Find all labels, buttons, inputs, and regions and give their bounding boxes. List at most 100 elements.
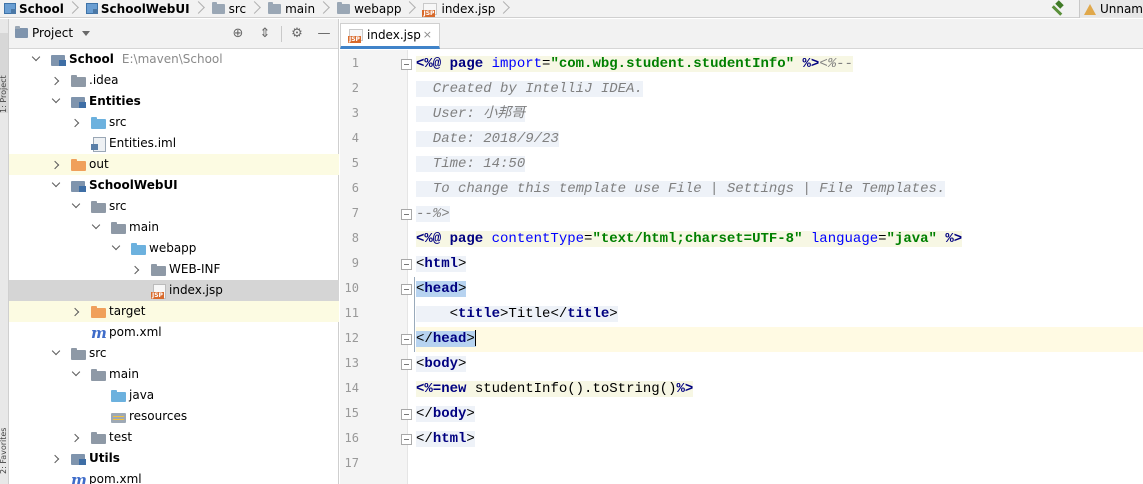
tree-item[interactable]: School E:\maven\School [9,49,339,70]
code-line[interactable]: User: 小邦哥 [416,102,526,127]
chevron-down-icon[interactable] [33,54,41,62]
code-token: "java" [886,231,937,247]
tree-item[interactable]: main [9,364,339,385]
chevron-right-icon[interactable] [73,119,81,127]
code-line[interactable]: Created by IntelliJ IDEA. [416,77,643,102]
code-token: html [424,256,459,272]
fold-toggle-icon[interactable] [401,259,412,270]
chevron-right-icon[interactable] [133,266,141,274]
chevron-right-icon[interactable] [53,455,61,463]
code-line[interactable]: <html> [416,252,467,277]
hammer-icon[interactable] [1047,0,1067,18]
globe-icon[interactable]: ⊕ [231,27,245,41]
code-line[interactable]: To change this template use File | Setti… [416,177,946,202]
close-icon[interactable]: × [423,28,432,41]
tree-item[interactable]: Entities [9,91,339,112]
chevron-down-icon[interactable] [53,348,61,356]
tree-item[interactable]: main [9,217,339,238]
code-token: studentInfo().toString() [466,381,677,397]
tree-item[interactable]: test [9,427,339,448]
tree-item[interactable]: Utils [9,448,339,469]
tab-project-tool-window[interactable]: 1: Project [0,33,8,113]
tab-favorites-tool-window[interactable]: 2: Favorites [0,399,8,474]
indent-guide [414,277,415,352]
tree-item[interactable]: src [9,196,339,217]
line-number-gutter: 1 2 3 4 5 6 7 8 9 10 11 12 13 14 15 16 17 [340,50,412,484]
line-number: 13 [344,356,359,370]
tree-item[interactable]: out [9,154,339,175]
code-line[interactable]: <%=new studentInfo().toString()%> [416,377,694,402]
chevron-down-icon[interactable] [113,243,121,251]
module-folder-icon [71,95,87,108]
tree-item[interactable]: m pom.xml [9,322,339,343]
tree-item[interactable]: Entities.iml [9,133,339,154]
chevron-down-icon[interactable] [73,369,81,377]
tree-item[interactable]: target [9,301,339,322]
tree-item[interactable]: src [9,343,339,364]
folder-icon [111,221,127,234]
fold-toggle-icon[interactable] [401,359,412,370]
tree-item[interactable]: webapp [9,238,339,259]
fold-toggle-icon[interactable] [401,59,412,70]
code-line[interactable]: <%@ page contentType = "text/html;charset=… [416,227,963,252]
code-token: %> [945,231,963,247]
chevron-down-icon[interactable] [93,222,101,230]
chevron-right-icon[interactable] [73,434,81,442]
code-line[interactable]: </body> [416,402,475,427]
code-line[interactable]: <%@ page import="com.wbg.student.student… [416,52,853,77]
minimize-icon[interactable]: — [317,27,331,41]
breadcrumb-item[interactable]: webapp [333,0,419,17]
fold-toggle-icon[interactable] [401,209,412,220]
tree-item[interactable]: m pom.xml [9,469,339,484]
line-number: 1 [351,56,359,70]
breadcrumb-item[interactable]: src [208,0,265,17]
tree-item[interactable]: src [9,112,339,133]
code-editor[interactable]: <%@ page import = "com.wbg.student.student… [414,50,1143,484]
tree-item[interactable]: WEB-INF [9,259,339,280]
code-line[interactable]: Date: 2018/9/23 [416,127,559,152]
code-line[interactable]: <body> [416,352,467,377]
code-line[interactable]: </head> [416,327,476,352]
tree-item[interactable]: SchoolWebUI [9,175,339,196]
tree-item[interactable]: resources [9,406,339,427]
fold-toggle-icon[interactable] [401,409,412,420]
chevron-down-icon[interactable] [53,180,61,188]
module-icon [4,3,16,14]
text-caret [474,330,476,347]
code-line[interactable]: Time: 14:50 [416,152,526,177]
breadcrumb-item[interactable]: SchoolWebUI [82,0,208,17]
run-configuration-selector[interactable]: Unnam [1078,0,1143,18]
line-number: 6 [351,181,359,195]
chevron-right-icon[interactable] [73,308,81,316]
tab-label: index.jsp [367,28,421,42]
tree-item-name: pom.xml [109,325,162,339]
fold-toggle-icon[interactable] [401,284,412,295]
gear-icon[interactable]: ⚙ [290,27,304,41]
resources-folder-icon [111,410,127,423]
chevron-down-icon[interactable] [73,201,81,209]
code-token: = [878,231,887,247]
code-token: "com.wbg.student.studentInfo" [550,56,795,72]
tree-item[interactable]: index.jsp [9,280,339,301]
fold-toggle-icon[interactable] [401,434,412,445]
code-token: Time: 14:50 [416,156,526,172]
code-line[interactable]: <head> [416,277,467,302]
breadcrumb-item[interactable]: index.jsp [419,0,513,17]
tab-index-jsp[interactable]: index.jsp × [340,23,440,49]
chevron-right-icon[interactable] [53,161,61,169]
tree-item-label: resources [129,409,187,423]
tree-item[interactable]: .idea [9,70,339,91]
tree-item[interactable]: java [9,385,339,406]
fold-toggle-icon[interactable] [401,334,412,345]
chevron-down-icon[interactable] [53,96,61,104]
chevron-right-icon[interactable] [53,77,61,85]
project-view-selector[interactable]: Project [15,26,91,40]
collapse-icon[interactable]: ⇕ [258,27,272,41]
breadcrumb-item[interactable]: School [0,0,82,17]
code-line[interactable]: <title>Title</title> [416,302,618,327]
code-line[interactable]: --%> [416,202,450,227]
breadcrumb-item[interactable]: main [264,0,333,17]
editor-area: index.jsp × 1234567891011121314151617 <%… [340,19,1143,484]
code-line[interactable]: </html> [416,427,475,452]
line-number: 8 [351,231,359,245]
